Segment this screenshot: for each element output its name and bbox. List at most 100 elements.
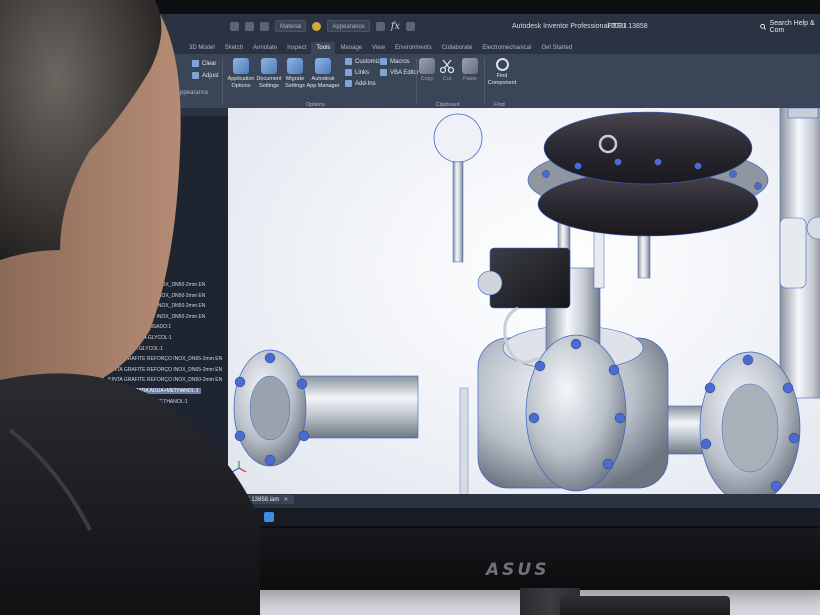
cut-button[interactable]: Cut	[436, 58, 458, 83]
tree-node[interactable]: ▸ LINHA SAIDA AGUA+METHANOL:1	[90, 396, 228, 407]
expand-icon[interactable]: ▸	[90, 293, 94, 299]
tree-node[interactable]: ▸ GRAFITE REFORÇO INOX_DN50-2mm EN	[90, 312, 228, 323]
tree-node[interactable]: ▸ LINHA DE CONDENSADO:1	[90, 322, 228, 333]
folder-icon[interactable]	[220, 512, 230, 522]
expand-icon[interactable]: ▸	[90, 388, 94, 394]
document-tab-label: PTFU.13858.iam	[234, 496, 280, 503]
tree-node[interactable]: ▸ JUNTA GRAFITE REFORÇO INOX_DN50-2mm EN	[90, 375, 228, 386]
app-icon[interactable]	[264, 512, 274, 522]
expand-icon[interactable]: ▸	[90, 261, 94, 267]
expand-icon[interactable]: ▸	[90, 356, 94, 362]
outlet-bore	[721, 383, 779, 473]
expand-icon[interactable]: ▸	[90, 441, 94, 447]
component-icon	[97, 440, 104, 447]
expand-icon[interactable]: ▸	[90, 483, 94, 489]
expand-icon[interactable]: ▸	[90, 462, 94, 468]
tab-manage[interactable]: Manage	[335, 42, 367, 54]
tree-node[interactable]: ▸ DN10-HP-1H1:1	[90, 407, 228, 418]
home-icon[interactable]	[216, 496, 225, 505]
search-help[interactable]: Search Help & Com	[760, 20, 820, 34]
expand-icon[interactable]: ▸	[90, 430, 94, 436]
adjust-icon[interactable]	[375, 21, 385, 31]
undo-icon[interactable]	[230, 21, 239, 31]
tree-node[interactable]: ▸ GRAFITE REFORÇO INOX_DN50-2mm EN	[90, 301, 228, 312]
expand-icon[interactable]: ▸	[90, 473, 94, 479]
redo-icon[interactable]	[245, 21, 254, 31]
tab-inspect[interactable]: Inspect	[282, 42, 311, 54]
expand-icon[interactable]: ▸	[90, 335, 94, 341]
tree-node-label: APOR:1	[107, 260, 126, 267]
add-ins-button[interactable]: Add-Ins	[345, 80, 376, 87]
material-select[interactable]: Material	[275, 20, 307, 32]
expand-icon[interactable]: ▸	[90, 324, 94, 330]
tab-3d-model[interactable]: 3D Model	[184, 42, 220, 54]
links-button[interactable]: Links	[345, 69, 369, 76]
document-settings-icon	[261, 58, 277, 74]
expand-icon[interactable]: ▸	[90, 314, 94, 320]
find-component-button[interactable]: Find Component	[484, 58, 520, 86]
view-triad-icon[interactable]	[230, 459, 248, 477]
adjust-button[interactable]: Adjust	[192, 72, 219, 79]
valve-assembly-model[interactable]	[228, 108, 820, 508]
expand-icon[interactable]: ▸	[90, 452, 94, 458]
macros-button[interactable]: Macros	[380, 58, 410, 65]
expand-icon[interactable]: ▸	[90, 303, 94, 309]
home-icon[interactable]	[260, 21, 269, 31]
customize-qat-icon[interactable]	[406, 21, 416, 31]
tree-node[interactable]: ▸ LINHA ENTRADA AGUA+METHANOL:1	[90, 386, 228, 397]
tree-node[interactable]: ▸ GRAFITE REFORÇO INOX_DN50-2mm EN	[90, 290, 228, 301]
expand-icon[interactable]: ▸	[90, 346, 94, 352]
file-explorer-icon[interactable]	[198, 512, 208, 522]
tree-node[interactable]: ▸ AD.04.6858-DN2:3	[90, 481, 228, 492]
parameters-fx-button[interactable]: fx	[391, 21, 400, 32]
tab-collaborate[interactable]: Collaborate	[437, 42, 478, 54]
tree-node[interactable]: ▸ M3S15.01.BR49:1	[90, 428, 228, 439]
tree-node[interactable]: ▸ SP.EX.20.12.933.01:1	[90, 418, 228, 429]
tree-node[interactable]: ▸ LINHA ENTRADA GLYCOL:1	[90, 333, 228, 344]
appearance-select[interactable]: Appearance	[327, 20, 370, 32]
tree-node[interactable]: ▸ GRAFITE REFORÇO INOX_DN50-2mm EN	[90, 280, 228, 291]
component-icon	[97, 292, 104, 299]
expand-icon[interactable]: ▸	[90, 377, 94, 383]
expand-icon[interactable]: ▸	[90, 282, 94, 288]
tab-sketch[interactable]: Sketch	[220, 42, 248, 54]
expand-icon[interactable]: ▸	[90, 250, 94, 256]
tree-node[interactable]: ▸ es	[90, 248, 228, 259]
tree-node[interactable]: ▸ AD.04.6858-DN2:1	[90, 460, 228, 471]
graphics-viewport[interactable]	[228, 108, 820, 508]
vba-editor-button[interactable]: VBA Editor	[380, 69, 419, 76]
tree-node[interactable]: ▸ 18:1	[90, 269, 228, 280]
tree-node[interactable]: ▸ JUNTA GRAFITE REFORÇO INOX_DN65-2mm EN	[90, 365, 228, 376]
tab-get-started[interactable]: Get Started	[536, 42, 577, 54]
tree-node[interactable]: ▸ AD.04.6858-DN2:2	[90, 470, 228, 481]
links-label: Links	[355, 69, 370, 76]
tree-node[interactable]: ▸ APOR:1	[90, 259, 228, 270]
customize-button[interactable]: Customize	[345, 58, 383, 65]
app-manager-button[interactable]: Autodesk App Manager	[302, 58, 344, 89]
copy-button[interactable]: Copy	[416, 58, 438, 83]
tab-tools[interactable]: Tools	[311, 42, 336, 54]
expand-icon[interactable]: ▸	[90, 420, 94, 426]
documents-icon[interactable]	[242, 512, 252, 522]
tab-environments[interactable]: Environments	[390, 42, 437, 54]
document-tab[interactable]: PTFU.13858.iam ✕	[228, 495, 295, 504]
tree-node[interactable]: ▸ LINHA SAIDA GLYCOL:1	[90, 343, 228, 354]
tree-node[interactable]: ▸ JUNTA GRAFITE REFORÇO INOX_DN65-2mm EN	[90, 354, 228, 365]
tree-node[interactable]: ▸ M3S15.01.BR49:3	[90, 449, 228, 460]
appearance-icon	[312, 21, 322, 31]
clear-button[interactable]: Clear	[192, 60, 216, 67]
tab-annotate[interactable]: Annotate	[248, 42, 282, 54]
taskbar-search-icon[interactable]	[176, 512, 186, 522]
close-icon[interactable]: ✕	[283, 496, 288, 503]
expand-icon[interactable]: ▸	[90, 409, 94, 415]
appearance-panel-caption[interactable]: Appearance	[176, 90, 208, 96]
tree-node-label: LINHA ENTRADA AGUA+METHANOL:1	[107, 388, 201, 395]
tab-view[interactable]: View	[367, 42, 390, 54]
expand-icon[interactable]: ▸	[90, 399, 94, 405]
tree-node[interactable]: ▸ M3S15.01.BR49:2	[90, 439, 228, 450]
expand-icon[interactable]: ▸	[90, 367, 94, 373]
paste-button[interactable]: Paste	[458, 58, 482, 83]
expand-icon[interactable]: ▸	[90, 271, 94, 277]
tree-node-label: SP.EX.20.12.933.01:1	[107, 419, 156, 426]
tab-electromechanical[interactable]: Electromechanical	[477, 42, 536, 54]
